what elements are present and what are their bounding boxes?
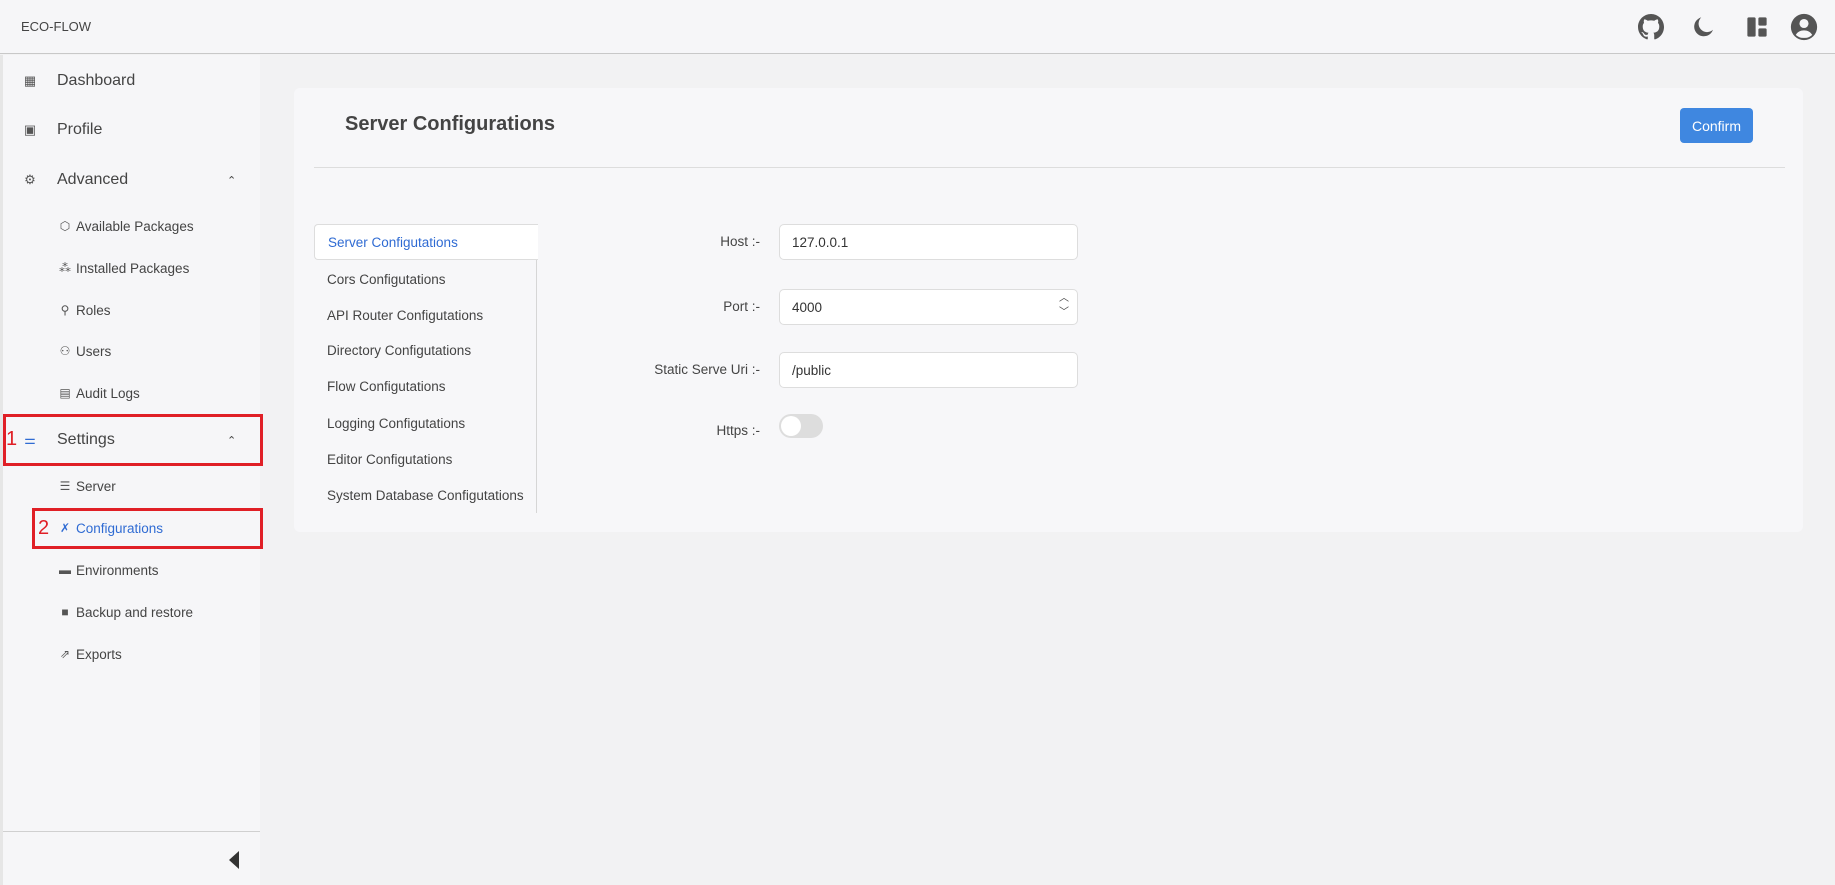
sidebar-divider (3, 831, 260, 832)
audit-icon: ▤ (59, 386, 71, 400)
dashboard-icon: ▦ (23, 73, 37, 88)
brand-name: ECO-FLOW (21, 19, 92, 34)
server-icon: ☰ (59, 479, 71, 493)
moon-icon[interactable] (1693, 14, 1715, 40)
top-bar: ECO-FLOW (0, 0, 1835, 54)
annotation-box-configurations (32, 508, 263, 549)
user-account-icon[interactable] (1790, 13, 1818, 41)
port-input[interactable] (779, 289, 1078, 325)
host-label: Host :- (720, 234, 760, 249)
layout-icon[interactable] (1746, 14, 1768, 40)
advanced-icon: ⚙ (24, 172, 36, 187)
sidebar-item-available-packages[interactable]: ⬡ Available Packages (3, 217, 260, 235)
chevron-up-icon[interactable]: ︿ (1059, 292, 1069, 306)
https-label: Https :- (716, 423, 760, 438)
port-row: Port :- ︿﹀ (494, 289, 1078, 325)
confirm-button[interactable]: Confirm (1680, 108, 1753, 143)
annotation-number-1: 1 (6, 428, 18, 450)
sidebar-item-advanced[interactable]: ⚙ Advanced ⌃ (3, 170, 260, 190)
annotation-box-settings (3, 414, 263, 466)
tab-system-database-configurations[interactable]: System Database Configutations (314, 478, 537, 514)
sidebar-item-roles[interactable]: ⚲ Roles (3, 301, 260, 319)
static-serve-uri-input[interactable] (779, 352, 1078, 388)
sidebar-item-installed-packages[interactable]: ⁂ Installed Packages (3, 259, 260, 277)
annotation-number-2: 2 (38, 517, 50, 539)
chevron-up-icon: ⌃ (227, 174, 237, 187)
static-serve-uri-label: Static Serve Uri :- (654, 362, 760, 377)
github-icon[interactable] (1638, 14, 1664, 40)
package-icon: ⬡ (59, 219, 71, 233)
sidebar-item-dashboard[interactable]: ▦ Dashboard (3, 71, 260, 91)
env-icon: ▬ (59, 563, 71, 577)
port-label: Port :- (723, 299, 760, 314)
host-row: Host :- (494, 224, 1078, 260)
sidebar: ▦ Dashboard ▣ Profile ⚙ Advanced ⌃ ⬡ Availabl… (0, 55, 263, 885)
divider (314, 167, 1785, 168)
host-input[interactable] (779, 224, 1078, 260)
profile-icon: ▣ (23, 122, 37, 137)
packages-icon: ⁂ (59, 261, 71, 275)
toggle-knob (781, 416, 801, 436)
sidebar-item-exports[interactable]: ⇗ Exports (3, 645, 260, 663)
page-title: Server Configurations (345, 113, 556, 135)
chevron-down-icon[interactable]: ﹀ (1059, 306, 1069, 320)
sidebar-item-backup-and-restore[interactable]: ■ Backup and restore (3, 603, 260, 621)
sidebar-item-profile[interactable]: ▣ Profile (3, 120, 260, 140)
sidebar-item-server[interactable]: ☰ Server (3, 477, 260, 495)
roles-icon: ⚲ (60, 303, 70, 317)
collapse-sidebar-icon[interactable] (229, 851, 239, 869)
https-row: Https :- (494, 414, 1078, 454)
sidebar-item-users[interactable]: ⚇ Users (3, 342, 260, 360)
static-serve-uri-row: Static Serve Uri :- (494, 352, 1078, 388)
port-stepper[interactable]: ︿ ﹀ (1059, 292, 1069, 320)
https-toggle[interactable] (779, 414, 823, 438)
sidebar-item-environments[interactable]: ▬ Environments (3, 561, 260, 579)
users-icon: ⚇ (59, 344, 71, 358)
sidebar-item-audit-logs[interactable]: ▤ Audit Logs (3, 384, 260, 402)
configurations-card: Server Configurations Confirm Server Con… (294, 88, 1803, 532)
backup-icon: ■ (61, 605, 69, 619)
export-icon: ⇗ (59, 647, 71, 661)
